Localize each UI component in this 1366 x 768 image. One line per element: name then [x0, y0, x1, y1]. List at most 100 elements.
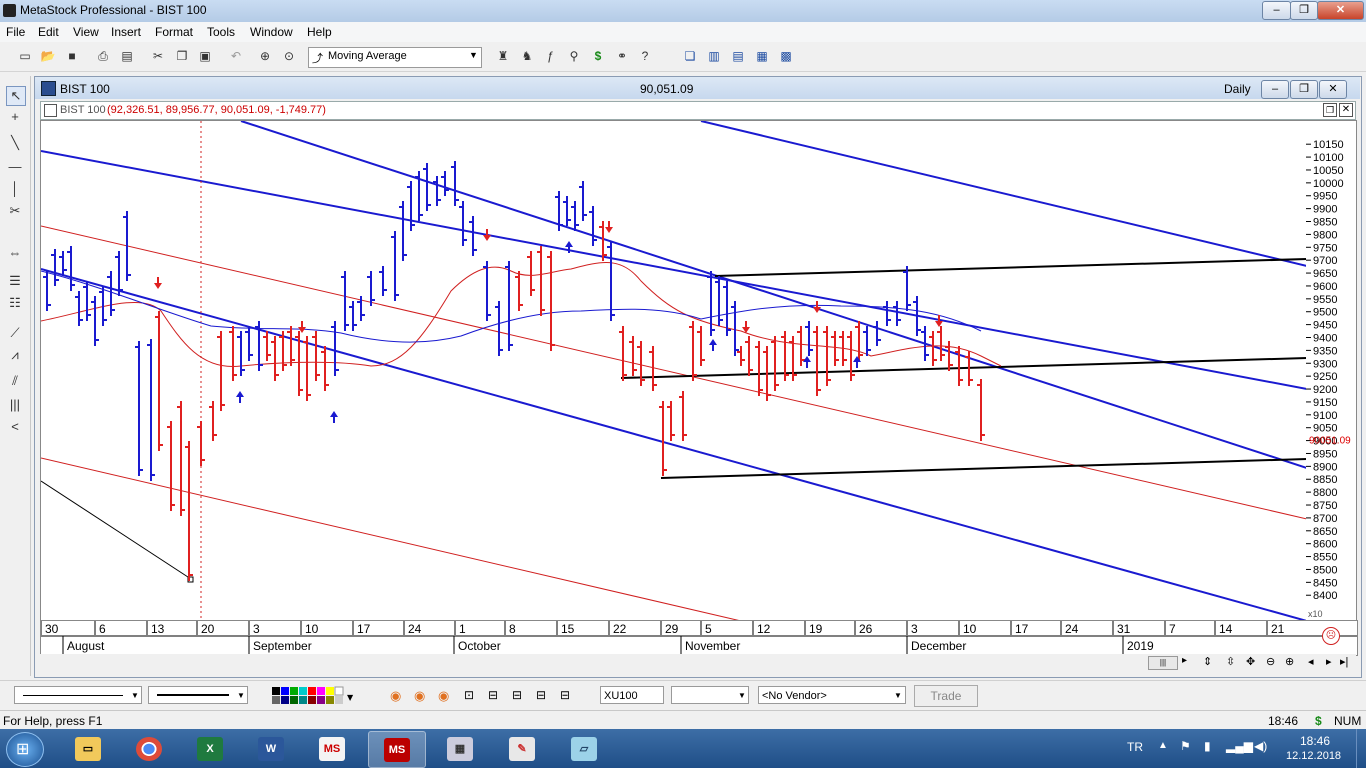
speed-lines-tool-icon[interactable]: ⟋ — [6, 324, 24, 342]
menu-file[interactable]: File — [6, 25, 25, 39]
taskbar-metastock-downloader[interactable]: MS — [304, 731, 360, 766]
inner-close-button[interactable]: ✕ — [1339, 103, 1353, 117]
date-axis[interactable]: 30 6 13 20 3 10 17 24 1 8 15 22 29 5 12 19 26 3 10 17 24 31 7 1… — [40, 620, 1358, 656]
taskbar-word[interactable]: W — [243, 731, 299, 766]
scroll-end-icon[interactable]: ▸| — [1340, 655, 1348, 668]
scroll-right-end-icon[interactable]: ▸ — [1326, 655, 1332, 668]
start-button[interactable]: ⊞ — [6, 732, 44, 767]
network-icon[interactable]: ▂▄▆ — [1226, 739, 1253, 753]
color-palette[interactable]: ▼ — [272, 686, 356, 706]
crosshair-icon[interactable]: ⊕ — [257, 48, 273, 64]
price-chart-svg[interactable] — [41, 121, 1307, 621]
crosshair-tool-icon[interactable]: + — [6, 108, 24, 126]
expert-icon[interactable]: ♜ — [495, 48, 511, 64]
menu-help[interactable]: Help — [307, 25, 332, 39]
zoom-in-vertical-icon[interactable]: ⇳ — [1226, 655, 1235, 668]
scroll-left-end-icon[interactable]: ◂ — [1308, 655, 1314, 668]
open-icon[interactable]: 📂 — [40, 48, 56, 64]
vertical-line-tool-icon[interactable]: │ — [6, 180, 24, 198]
move-icon[interactable]: ✥ — [1246, 655, 1255, 668]
menu-tools[interactable]: Tools — [207, 25, 235, 39]
restore-button[interactable]: ❐ — [1290, 1, 1318, 20]
save-icon[interactable]: ■ — [64, 48, 80, 64]
zoom-reset-icon[interactable]: ⇕ — [1203, 655, 1212, 668]
taskbar-chrome[interactable] — [121, 731, 177, 766]
zoom-in-icon[interactable]: ⊕ — [1285, 655, 1294, 668]
tile-grid-icon[interactable]: ▦ — [754, 48, 770, 64]
binoculars-icon[interactable]: ⚭ — [614, 48, 630, 64]
chart-restore-button[interactable]: ❐ — [1290, 80, 1318, 99]
indicator-select[interactable]: ⤴ Moving Average ▼ — [308, 47, 482, 68]
zoom-out-icon[interactable]: ⊖ — [1266, 655, 1275, 668]
menu-insert[interactable]: Insert — [111, 25, 141, 39]
pointer-tool-icon[interactable]: ↖ — [6, 86, 26, 106]
minimize-button[interactable]: – — [1262, 1, 1291, 20]
indicator-icon[interactable]: ⚲ — [566, 48, 582, 64]
show-hidden-icons-icon[interactable]: ▲ — [1158, 740, 1168, 751]
line-weight-select[interactable]: ▼ — [148, 686, 248, 704]
taskbar-paint[interactable]: ✎ — [494, 731, 550, 766]
print-preview-icon[interactable]: ▤ — [119, 48, 135, 64]
scroll-right-icon[interactable]: ▸ — [1182, 655, 1187, 666]
show-desktop-button[interactable] — [1356, 729, 1366, 768]
interval-select[interactable]: ▼ — [671, 686, 749, 704]
menu-format[interactable]: Format — [155, 25, 193, 39]
vendor-select[interactable]: <No Vendor> ▼ — [758, 686, 906, 704]
language-indicator[interactable]: TR — [1127, 740, 1143, 754]
sad-face-icon[interactable]: ☹ — [1322, 627, 1340, 645]
trendline-tool-icon[interactable]: ╲ — [6, 134, 24, 152]
fib-fan-tool-icon[interactable]: ⫽ — [6, 372, 24, 390]
taskbar-calculator[interactable]: ▦ — [432, 731, 488, 766]
undo-icon[interactable]: ↶ — [228, 48, 244, 64]
window-icon-1[interactable]: ⊟ — [488, 688, 498, 702]
channel-tool-icon[interactable]: ⇔ — [6, 244, 24, 262]
line-style-select[interactable]: ▼ — [14, 686, 142, 704]
chrome-style-icon-3[interactable]: ◉ — [438, 688, 449, 704]
zoom-icon[interactable]: ⊙ — [281, 48, 297, 64]
scroll-thumb[interactable]: ||| — [1148, 656, 1178, 670]
menu-view[interactable]: View — [73, 25, 99, 39]
chrome-style-icon-2[interactable]: ◉ — [414, 688, 425, 704]
taskbar-excel[interactable]: X — [182, 731, 238, 766]
taskbar-notes[interactable]: ▱ — [556, 731, 612, 766]
fib-retracement-tool-icon[interactable]: ☷ — [6, 294, 24, 312]
scissors-tool-icon[interactable]: ✂ — [6, 202, 24, 220]
volume-icon[interactable]: ◀) — [1254, 739, 1267, 753]
clock-time[interactable]: 18:46 — [1300, 734, 1330, 748]
arc-tool-icon[interactable]: < — [6, 418, 24, 436]
close-button[interactable]: ✕ — [1317, 1, 1364, 20]
trade-button[interactable]: Trade — [914, 685, 978, 707]
battery-icon[interactable]: ▮ — [1204, 739, 1211, 753]
horizontal-line-tool-icon[interactable]: — — [6, 158, 24, 176]
fibonacci-tool-icon[interactable]: ☰ — [6, 272, 24, 290]
new-icon[interactable]: ▭ — [17, 48, 33, 64]
cut-icon[interactable]: ✂ — [150, 48, 166, 64]
context-help-icon[interactable]: ? — [637, 48, 653, 64]
price-axis[interactable]: 10150 10100 10050 10000 9950 9900 9850 9800 9750… — [1306, 120, 1357, 621]
text-tool-icon[interactable]: ⊡ — [464, 688, 474, 702]
explorer-icon[interactable]: ♞ — [519, 48, 535, 64]
menu-edit[interactable]: Edit — [38, 25, 59, 39]
tile-horizontal-icon[interactable]: ▤ — [730, 48, 746, 64]
paste-icon[interactable]: ▣ — [197, 48, 213, 64]
window-icon-3[interactable]: ⊟ — [536, 688, 546, 702]
symbol-field[interactable]: XU100 — [600, 686, 664, 704]
taskbar-metastock[interactable]: MS — [368, 731, 426, 768]
window-icon-4[interactable]: ⊟ — [560, 688, 570, 702]
dollar-icon[interactable]: $ — [590, 48, 606, 64]
menu-window[interactable]: Window — [250, 25, 293, 39]
copy-icon[interactable]: ❐ — [174, 48, 190, 64]
tile-vertical-icon[interactable]: ▥ — [706, 48, 722, 64]
price-chart-plot[interactable] — [40, 120, 1308, 622]
chart-close-button[interactable]: ✕ — [1319, 80, 1347, 99]
print-icon[interactable]: ⎙ — [95, 48, 111, 64]
window-icon-2[interactable]: ⊟ — [512, 688, 522, 702]
gann-fan-tool-icon[interactable]: ⩘ — [6, 346, 24, 364]
cascade-icon[interactable]: ❏ — [682, 48, 698, 64]
chrome-style-icon-1[interactable]: ◉ — [390, 688, 401, 704]
inner-restore-button[interactable]: ❐ — [1323, 103, 1337, 117]
arrange-icon[interactable]: ▩ — [778, 48, 794, 64]
clock-date[interactable]: 12.12.2018 — [1286, 750, 1341, 762]
chart-minimize-button[interactable]: – — [1261, 80, 1289, 99]
taskbar-explorer[interactable]: ▭ — [60, 731, 116, 766]
